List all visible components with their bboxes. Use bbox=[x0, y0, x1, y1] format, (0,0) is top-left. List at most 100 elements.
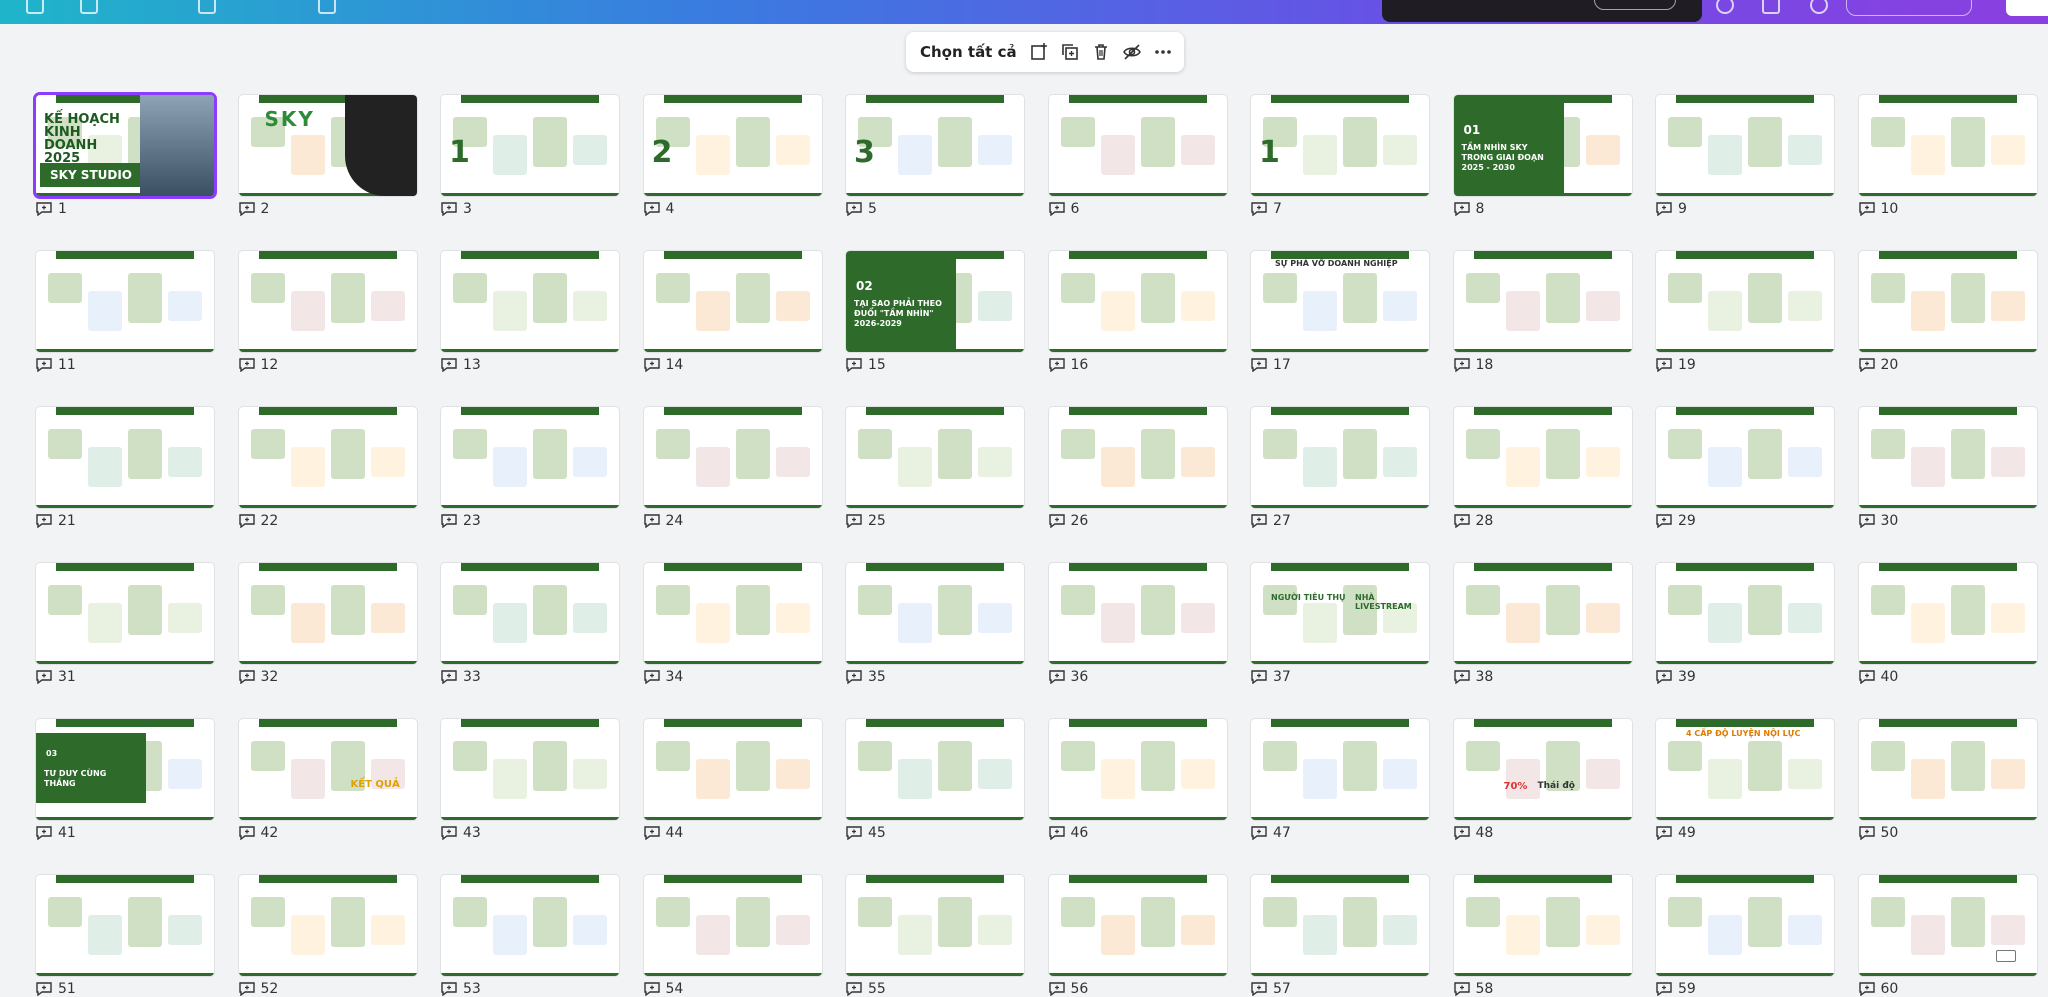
slide-preview[interactable] bbox=[36, 407, 214, 508]
slide-thumbnail[interactable]: 53 bbox=[441, 875, 619, 997]
grid-view-icon[interactable] bbox=[1996, 950, 2016, 962]
menu-icon[interactable] bbox=[26, 0, 44, 14]
slide-preview[interactable] bbox=[1251, 719, 1429, 820]
slide-preview[interactable] bbox=[1453, 875, 1632, 976]
slide-preview[interactable]: 2 bbox=[643, 95, 822, 196]
slide-preview[interactable] bbox=[1048, 719, 1227, 820]
slide-thumbnail[interactable]: 46 bbox=[1048, 719, 1227, 841]
comment-icon[interactable] bbox=[1251, 202, 1267, 216]
slide-preview[interactable] bbox=[441, 251, 619, 352]
slide-thumbnail[interactable]: 45 bbox=[846, 719, 1024, 841]
slide-preview[interactable]: 02 TẠI SAO PHẢI THEO ĐUỔI "TẦM NHÌN" 2026… bbox=[846, 251, 1024, 352]
slide-thumbnail[interactable]: 12 bbox=[238, 251, 417, 373]
slide-thumbnail[interactable]: 25 bbox=[846, 407, 1024, 529]
slide-preview[interactable] bbox=[1251, 407, 1429, 508]
slide-preview[interactable]: 3 bbox=[846, 95, 1024, 196]
slide-preview[interactable] bbox=[643, 407, 822, 508]
comment-icon[interactable] bbox=[643, 202, 660, 216]
add-page-icon[interactable] bbox=[1029, 39, 1050, 65]
slide-thumbnail[interactable]: 13 bbox=[441, 251, 619, 373]
slide-thumbnail[interactable]: 01 TẦM NHÌN SKY TRONG GIAI ĐOẠN 2025 - 20… bbox=[1453, 95, 1632, 217]
comment-icon[interactable] bbox=[1656, 358, 1672, 372]
comment-icon[interactable] bbox=[1251, 358, 1267, 372]
comment-icon[interactable] bbox=[846, 982, 862, 996]
slide-thumbnail[interactable]: 29 bbox=[1656, 407, 1834, 529]
slide-preview[interactable] bbox=[643, 563, 822, 664]
comment-icon[interactable] bbox=[1048, 826, 1065, 840]
slide-thumbnail[interactable]: 21 bbox=[36, 407, 214, 529]
comment-icon[interactable] bbox=[1656, 982, 1672, 996]
comment-icon[interactable] bbox=[1251, 670, 1267, 684]
comment-icon[interactable] bbox=[238, 826, 255, 840]
slide-preview[interactable]: 03 TƯ DUY CÙNG THẮNG bbox=[36, 719, 214, 820]
slide-thumbnail[interactable]: KẾT QUẢ 42 bbox=[238, 719, 417, 841]
comment-icon[interactable] bbox=[1858, 982, 1875, 996]
slide-thumbnail[interactable]: 24 bbox=[643, 407, 822, 529]
slide-preview[interactable] bbox=[643, 875, 822, 976]
slide-preview[interactable]: 4 CẤP ĐỘ LUYỆN NỘI LỰC bbox=[1656, 719, 1834, 820]
slide-preview[interactable] bbox=[1656, 563, 1834, 664]
comment-icon[interactable] bbox=[1048, 358, 1065, 372]
trash-icon[interactable] bbox=[1091, 39, 1112, 65]
slide-preview[interactable]: SỰ PHÁ VỠ DOANH NGHIỆP bbox=[1251, 251, 1429, 352]
slide-thumbnail[interactable]: 14 bbox=[643, 251, 822, 373]
comment-icon[interactable] bbox=[1858, 826, 1875, 840]
comment-icon[interactable] bbox=[238, 514, 255, 528]
slide-thumbnail[interactable]: NGƯỜI TIÊU THỤ NHÀ LIVESTREAM 37 bbox=[1251, 563, 1429, 685]
slide-preview[interactable] bbox=[1656, 875, 1834, 976]
comment-icon[interactable] bbox=[1453, 670, 1470, 684]
slide-thumbnail[interactable]: 50 bbox=[1858, 719, 2037, 841]
slide-preview[interactable] bbox=[36, 563, 214, 664]
slide-thumbnail[interactable]: 13 bbox=[441, 95, 619, 217]
slide-thumbnail[interactable]: 58 bbox=[1453, 875, 1632, 997]
slide-preview[interactable]: KẾT QUẢ bbox=[238, 719, 417, 820]
comment-icon[interactable] bbox=[1858, 514, 1875, 528]
slide-preview[interactable] bbox=[441, 563, 619, 664]
slide-thumbnail[interactable]: 22 bbox=[238, 407, 417, 529]
slide-thumbnail[interactable]: 56 bbox=[1048, 875, 1227, 997]
comment-icon[interactable] bbox=[1858, 202, 1875, 216]
slide-thumbnail[interactable]: 35 bbox=[846, 563, 1024, 685]
comment-icon[interactable] bbox=[441, 514, 457, 528]
comment-icon[interactable] bbox=[36, 982, 52, 996]
panel-button[interactable] bbox=[1594, 0, 1676, 10]
comment-icon[interactable] bbox=[1656, 826, 1672, 840]
slide-preview[interactable] bbox=[1858, 719, 2037, 820]
comment-icon[interactable] bbox=[441, 670, 457, 684]
slide-thumbnail[interactable]: 10 bbox=[1858, 95, 2037, 217]
slide-thumbnail[interactable]: SỰ PHÁ VỠ DOANH NGHIỆP 17 bbox=[1251, 251, 1429, 373]
slide-preview[interactable] bbox=[846, 875, 1024, 976]
comment-icon[interactable] bbox=[1858, 670, 1875, 684]
comment-icon[interactable] bbox=[36, 358, 52, 372]
slide-thumbnail[interactable]: 70% Thái độ 48 bbox=[1453, 719, 1632, 841]
comment-icon[interactable] bbox=[846, 202, 862, 216]
slide-preview[interactable] bbox=[1251, 875, 1429, 976]
comment-icon[interactable] bbox=[441, 826, 457, 840]
slide-preview[interactable] bbox=[1858, 407, 2037, 508]
comment-icon[interactable] bbox=[1656, 670, 1672, 684]
slide-preview[interactable] bbox=[441, 875, 619, 976]
slide-thumbnail[interactable]: 17 bbox=[1251, 95, 1429, 217]
slide-thumbnail[interactable]: KẾ HOẠCH KINH DOANH 2025 SKY STUDIO 1 bbox=[36, 95, 214, 217]
slide-thumbnail[interactable]: 59 bbox=[1656, 875, 1834, 997]
comment-icon[interactable] bbox=[846, 670, 862, 684]
comment-icon[interactable] bbox=[441, 202, 457, 216]
slide-thumbnail[interactable]: 18 bbox=[1453, 251, 1632, 373]
slide-thumbnail[interactable]: 02 TẠI SAO PHẢI THEO ĐUỔI "TẦM NHÌN" 2026… bbox=[846, 251, 1024, 373]
slide-preview[interactable] bbox=[1048, 251, 1227, 352]
comment-icon[interactable] bbox=[1810, 0, 1828, 14]
slide-preview[interactable] bbox=[1048, 875, 1227, 976]
slide-preview[interactable] bbox=[1048, 95, 1227, 196]
slide-preview[interactable] bbox=[846, 563, 1024, 664]
hide-icon[interactable] bbox=[1122, 39, 1143, 65]
slide-thumbnail[interactable]: 30 bbox=[1858, 407, 2037, 529]
slide-thumbnail[interactable]: 9 bbox=[1656, 95, 1834, 217]
slide-thumbnail[interactable]: 27 bbox=[1251, 407, 1429, 529]
slide-preview[interactable]: 01 TẦM NHÌN SKY TRONG GIAI ĐOẠN 2025 - 20… bbox=[1453, 95, 1632, 196]
slide-thumbnail[interactable]: 55 bbox=[846, 875, 1024, 997]
comment-icon[interactable] bbox=[1048, 982, 1065, 996]
comment-icon[interactable] bbox=[36, 826, 52, 840]
comment-icon[interactable] bbox=[1453, 514, 1470, 528]
comment-icon[interactable] bbox=[1453, 202, 1470, 216]
comment-icon[interactable] bbox=[643, 826, 660, 840]
